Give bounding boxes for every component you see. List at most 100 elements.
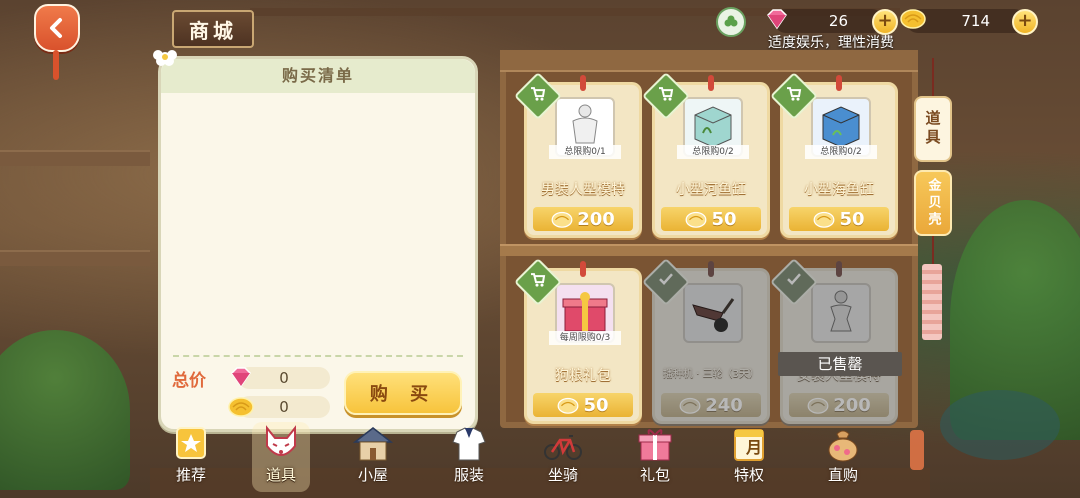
clover-icon[interactable] [716, 7, 746, 37]
page-title: 商城 [172, 10, 254, 48]
sold-out-banner: 已售罄 [778, 352, 902, 376]
star-icon [176, 427, 206, 459]
nav-items[interactable]: 道具 [248, 422, 314, 496]
item-price: 240 [661, 393, 761, 417]
nav-label: 直购 [827, 466, 858, 484]
item-name: 男装人型模特 [541, 182, 625, 198]
item-price: 50 [789, 207, 889, 231]
item-price: 200 [533, 207, 633, 231]
purchase-limit: 总限购0/2 [677, 145, 749, 159]
item-card[interactable]: 播种机 · 三轮（3天） 240 [641, 257, 770, 424]
background-shelf [0, 150, 150, 166]
spending-notice: 适度娱乐，理性消费 [768, 35, 894, 51]
gold-shell-icon [814, 211, 835, 228]
item-name: 播种机 · 三轮（3天） [663, 369, 759, 380]
total-price-label: 总价 [172, 371, 206, 391]
arrow-left-icon [50, 18, 62, 38]
item-price-value: 50 [583, 394, 609, 416]
nav-mount[interactable]: 坐骑 [530, 424, 596, 496]
gold-count: 714 [961, 12, 990, 30]
nav-label: 特权 [733, 466, 764, 484]
gem-total-value: 0 [279, 369, 289, 387]
background-shelf [0, 250, 150, 266]
item-price-value: 50 [711, 208, 737, 230]
card-pin [708, 261, 714, 277]
cart-icon [659, 87, 674, 101]
item-card[interactable]: 每周限购0/3 狗粮礼包 50 [513, 257, 642, 424]
gem-icon [767, 9, 787, 30]
item-price-value: 50 [839, 208, 865, 230]
nav-label: 小屋 [357, 466, 388, 484]
add-gold-button[interactable]: + [1012, 9, 1038, 35]
cart-icon [531, 87, 546, 101]
shelf-plank [500, 244, 918, 256]
gold-shell-icon [686, 211, 707, 228]
item-price-value: 200 [577, 208, 615, 230]
item-price-value: 240 [705, 394, 743, 416]
purchase-list-title: 购买清单 [161, 59, 475, 93]
card-pin [580, 75, 586, 91]
list-divider [173, 355, 463, 357]
nav-recommend[interactable]: 推荐 [158, 424, 224, 496]
seeder-cart-icon [692, 298, 735, 332]
card-pin [836, 75, 842, 91]
hanging-charm [922, 264, 942, 340]
money-bag-icon [828, 430, 858, 462]
item-price: 50 [661, 207, 761, 231]
nav-privilege[interactable]: 月 特权 [716, 424, 782, 496]
calendar-badge: 月 [746, 438, 763, 457]
gold-shell-icon [558, 397, 579, 414]
gem-icon [231, 367, 251, 388]
nav-label: 推荐 [175, 466, 206, 484]
gold-shell-icon [900, 9, 926, 29]
background-plant [0, 330, 130, 490]
hanging-cord [932, 236, 934, 266]
gold-total-value: 0 [279, 398, 289, 416]
item-price-value: 200 [833, 394, 871, 416]
sailor-shirt-icon [452, 427, 486, 461]
card-pin [580, 261, 586, 277]
gold-shell-icon [228, 397, 254, 417]
item-card[interactable]: 女装人型模特 200 [769, 257, 898, 424]
nav-gift-pack[interactable]: 礼包 [622, 424, 688, 496]
gold-shell-icon [807, 397, 829, 414]
gift-box-icon [638, 429, 672, 461]
item-image [811, 283, 871, 343]
cart-icon [787, 87, 802, 101]
nav-house[interactable]: 小屋 [340, 424, 406, 496]
bicycle-icon [544, 435, 582, 460]
card-pin [836, 261, 842, 277]
nav-label: 礼包 [639, 466, 670, 484]
gold-shell-icon [551, 211, 573, 228]
card-pin [708, 75, 714, 91]
tab-items[interactable]: 道具 [914, 96, 952, 162]
item-image [683, 283, 743, 343]
item-card[interactable]: 总限购0/1 男装人型模特 200 [513, 71, 642, 238]
item-name: 小型河鱼缸 [676, 182, 746, 198]
buy-button[interactable]: 购 买 [344, 371, 462, 415]
purchase-limit: 每周限购0/3 [549, 331, 621, 345]
mannequin-female-icon [830, 290, 852, 332]
back-button[interactable] [34, 4, 80, 80]
lantern-tassel [53, 50, 59, 80]
nav-overflow-indicator[interactable] [910, 430, 924, 470]
background-rug [940, 390, 1060, 460]
tab-gold-shell[interactable]: 金贝壳 [914, 170, 952, 236]
fox-mask-icon [266, 425, 296, 456]
hanging-cord [932, 58, 934, 98]
purchase-limit: 总限购0/2 [805, 145, 877, 159]
checkmark-icon [659, 273, 673, 285]
nav-clothing[interactable]: 服装 [436, 424, 502, 496]
nav-direct-buy[interactable]: 直购 [810, 424, 876, 496]
gold-shell-icon [679, 397, 701, 414]
nav-label: 道具 [265, 466, 296, 484]
item-name: 狗粮礼包 [555, 368, 611, 384]
item-name: 小型海鱼缸 [804, 182, 874, 198]
item-price: 50 [533, 393, 633, 417]
item-card[interactable]: 总限购0/2 小型河鱼缸 50 [641, 71, 770, 238]
nav-label: 服装 [453, 466, 484, 484]
item-card[interactable]: 总限购0/2 小型海鱼缸 50 [769, 71, 898, 238]
shelf-top-beam [500, 50, 918, 72]
purchase-limit: 总限购0/1 [549, 145, 621, 159]
flower-icon [153, 50, 177, 66]
